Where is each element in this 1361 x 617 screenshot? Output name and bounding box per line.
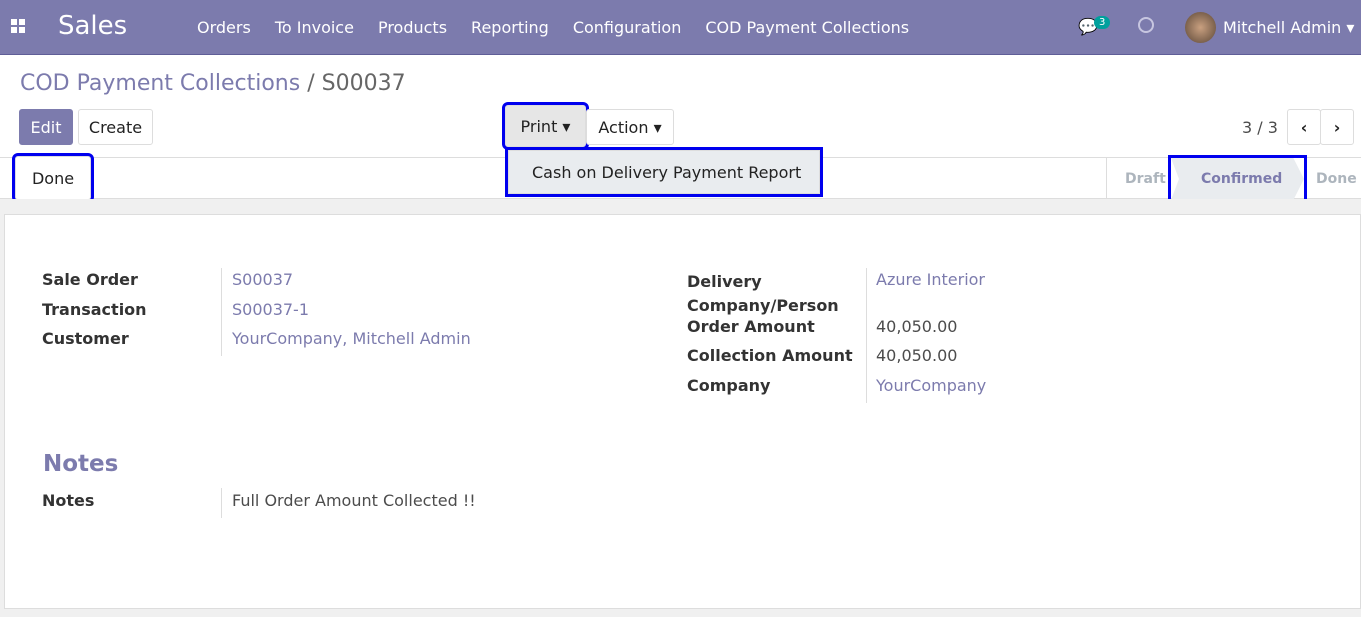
label-delivery-company: Delivery Company/Person xyxy=(687,272,839,315)
action-button[interactable]: Action ▾ xyxy=(586,109,674,145)
breadcrumb: COD Payment Collections / S00037 xyxy=(20,71,406,96)
menu-cod-payment-collections[interactable]: COD Payment Collections xyxy=(705,18,909,37)
sale-order-link[interactable]: S00037 xyxy=(232,270,293,289)
pager-value: 3 / 3 xyxy=(1242,118,1278,137)
stage-draft[interactable]: Draft xyxy=(1125,171,1166,187)
print-dropdown-item-cod-report[interactable]: Cash on Delivery Payment Report xyxy=(505,147,823,197)
pager-previous-icon[interactable]: ‹ xyxy=(1287,109,1321,145)
create-button[interactable]: Create xyxy=(78,109,153,145)
user-name: Mitchell Admin xyxy=(1223,18,1342,37)
messages-badge: 3 xyxy=(1094,16,1111,29)
notes-value: Full Order Amount Collected !! xyxy=(232,491,476,510)
print-label: Print xyxy=(520,116,558,136)
menu-products[interactable]: Products xyxy=(378,18,447,37)
edit-button[interactable]: Edit xyxy=(19,109,73,145)
menu-reporting[interactable]: Reporting xyxy=(471,18,549,37)
company-link[interactable]: YourCompany xyxy=(876,376,986,395)
done-button[interactable]: Done xyxy=(12,153,94,203)
top-navbar: Sales Orders To Invoice Products Reporti… xyxy=(0,0,1361,55)
collection-amount: 40,050.00 xyxy=(876,346,958,365)
breadcrumb-parent[interactable]: COD Payment Collections xyxy=(20,71,300,96)
label-order-amount: Order Amount xyxy=(687,317,815,336)
menu-configuration[interactable]: Configuration xyxy=(573,18,682,37)
form-sheet xyxy=(4,214,1361,609)
label-notes: Notes xyxy=(42,491,95,510)
print-button[interactable]: Print ▾ xyxy=(502,102,589,150)
menu-to-invoice[interactable]: To Invoice xyxy=(275,18,354,37)
activity-clock-icon[interactable] xyxy=(1138,17,1154,33)
user-menu[interactable]: Mitchell Admin ▾ xyxy=(1223,18,1354,37)
label-sale-order: Sale Order xyxy=(42,270,138,289)
action-label: Action xyxy=(598,117,649,137)
notes-heading: Notes xyxy=(43,451,119,477)
breadcrumb-current: S00037 xyxy=(321,71,406,96)
breadcrumb-separator: / xyxy=(300,71,322,96)
label-collection-amount: Collection Amount xyxy=(687,346,853,365)
customer-link[interactable]: YourCompany, Mitchell Admin xyxy=(232,329,471,348)
avatar[interactable] xyxy=(1185,12,1216,43)
stage-confirmed[interactable]: Confirmed xyxy=(1201,171,1282,187)
delivery-company-link[interactable]: Azure Interior xyxy=(876,270,985,289)
stage-done[interactable]: Done xyxy=(1316,171,1357,187)
order-amount: 40,050.00 xyxy=(876,317,958,336)
label-customer: Customer xyxy=(42,329,129,348)
transaction-link[interactable]: S00037-1 xyxy=(232,300,309,319)
app-name[interactable]: Sales xyxy=(58,11,127,41)
label-transaction: Transaction xyxy=(42,300,147,319)
apps-menu-icon[interactable] xyxy=(11,19,25,33)
menu-orders[interactable]: Orders xyxy=(197,18,251,37)
pager-next-icon[interactable]: › xyxy=(1320,109,1354,145)
label-company: Company xyxy=(687,376,771,395)
